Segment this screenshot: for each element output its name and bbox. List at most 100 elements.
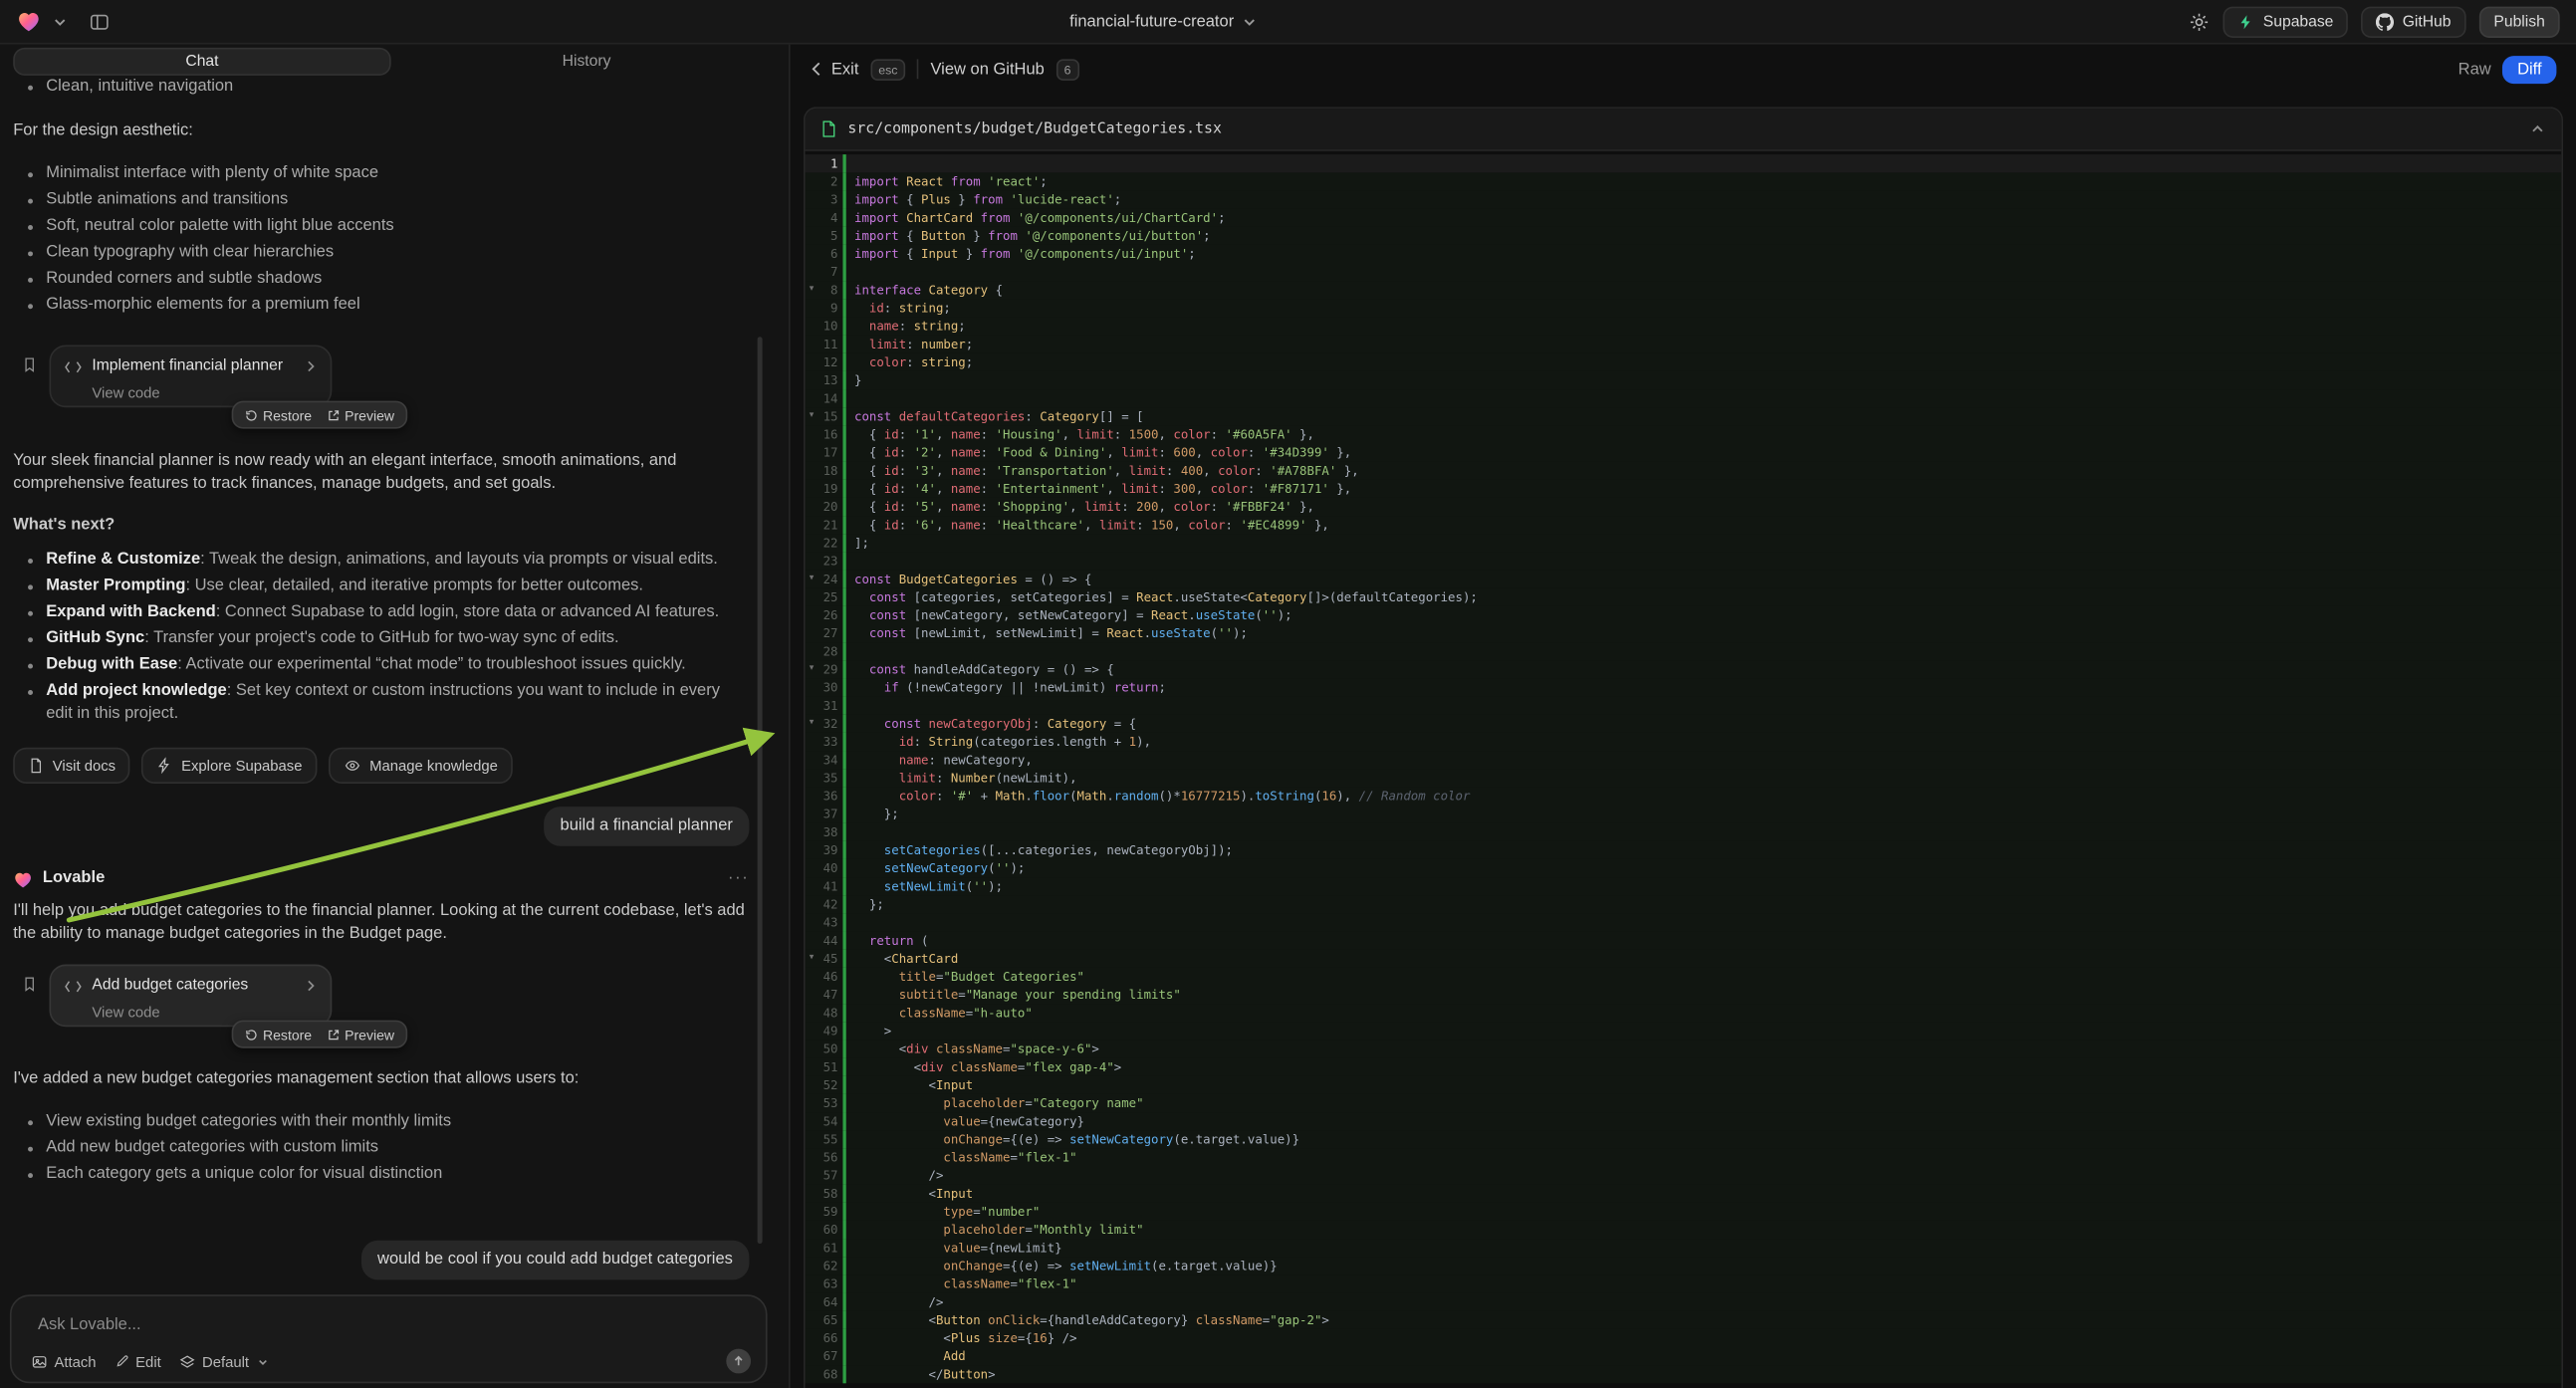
code-text: value={newLimit}: [846, 1239, 1062, 1257]
tab-history[interactable]: History: [397, 48, 776, 76]
view-on-github-button[interactable]: View on GitHub: [930, 60, 1044, 78]
attach-button[interactable]: Attach: [31, 1353, 96, 1370]
fold-spacer: [806, 498, 819, 516]
line-number: 68: [819, 1365, 843, 1383]
publish-button[interactable]: Publish: [2479, 6, 2560, 37]
project-switcher[interactable]: financial-future-creator: [1069, 0, 1257, 43]
project-name: financial-future-creator: [1069, 12, 1234, 30]
fold-toggle-icon[interactable]: ▾: [806, 281, 819, 299]
design-aesthetic-intro: For the design aesthetic:: [13, 119, 749, 142]
restore-button[interactable]: Restore: [238, 1026, 318, 1042]
fold-toggle-icon[interactable]: ▾: [806, 571, 819, 588]
lovable-app-window: financial-future-creator Supabase GitHub…: [0, 0, 2576, 1388]
line-number: 3: [819, 190, 843, 208]
header-divider: [917, 59, 919, 79]
code-text: <div className="flex gap-4">: [846, 1058, 1121, 1076]
fold-spacer: [806, 859, 819, 877]
list-item: View existing budget categories with the…: [13, 1110, 749, 1133]
chat-input[interactable]: Ask Lovable...: [38, 1316, 749, 1334]
file-header[interactable]: src/components/budget/BudgetCategories.t…: [806, 109, 2562, 151]
code-line-44: 44 return (: [806, 932, 2562, 950]
github-button[interactable]: GitHub: [2361, 6, 2465, 37]
code-line-10: 10 name: string;: [806, 317, 2562, 335]
edit-button[interactable]: Edit: [115, 1353, 161, 1370]
fold-spacer: [806, 353, 819, 371]
lovable-logo-heart-icon[interactable]: [17, 10, 42, 33]
implement-financial-planner-card[interactable]: Implement financial planner View code Re…: [50, 346, 333, 408]
mode-selector[interactable]: Default: [179, 1353, 269, 1370]
line-number: 43: [819, 913, 843, 931]
chat-composer[interactable]: Ask Lovable... Attach Edit Default: [10, 1294, 768, 1383]
fold-spacer: [806, 552, 819, 570]
fold-spacer: [806, 895, 819, 913]
toggle-sidebar-icon[interactable]: [89, 11, 110, 32]
fold-spacer: [806, 913, 819, 931]
code-text: return (: [846, 932, 929, 950]
chat-history-tabs: Chat History: [13, 48, 776, 76]
arrow-up-icon: [731, 1354, 746, 1369]
fold-spacer: [806, 1239, 819, 1257]
code-text: import { Button } from '@/components/ui/…: [846, 227, 1211, 245]
fold-spacer: [806, 1365, 819, 1383]
planner-ready-paragraph: Your sleek financial planner is now read…: [13, 450, 749, 496]
preview-label: Preview: [345, 406, 394, 423]
next-step-text: : Tweak the design, animations, and layo…: [200, 551, 718, 569]
line-number: 63: [819, 1274, 843, 1292]
code-line-12: 12 color: string;: [806, 353, 2562, 371]
code-text: <Input: [846, 1185, 973, 1203]
chat-scrollbar-thumb[interactable]: [758, 337, 763, 1244]
fold-toggle-icon[interactable]: ▾: [806, 660, 819, 678]
message-options-icon[interactable]: ···: [728, 867, 749, 890]
workspace-menu-chevron-icon[interactable]: [53, 14, 68, 29]
fold-toggle-icon[interactable]: ▾: [806, 407, 819, 425]
assistant-name: Lovable: [43, 867, 105, 890]
fold-toggle-icon[interactable]: ▾: [806, 715, 819, 733]
restore-button[interactable]: Restore: [238, 406, 318, 423]
action-button-explore-supabase[interactable]: Explore Supabase: [141, 748, 317, 784]
code-text: >: [846, 1022, 892, 1040]
raw-toggle-button[interactable]: Raw: [2459, 60, 2491, 78]
code-line-50: 50 <div className="space-y-6">: [806, 1040, 2562, 1057]
line-number: 36: [819, 787, 843, 805]
action-button-visit-docs[interactable]: Visit docs: [13, 748, 130, 784]
code-line-2: 2import React from 'react';: [806, 172, 2562, 190]
action-button-manage-knowledge[interactable]: Manage knowledge: [329, 748, 513, 784]
bookmark-icon[interactable]: [21, 354, 38, 382]
fold-spacer: [806, 1040, 819, 1057]
code-line-63: 63 className="flex-1": [806, 1274, 2562, 1292]
line-number: 25: [819, 588, 843, 606]
code-line-41: 41 setNewLimit('');: [806, 877, 2562, 895]
code-text: [846, 389, 854, 407]
collapse-file-icon[interactable]: [2530, 121, 2545, 136]
next-step-bold: Add project knowledge: [46, 682, 227, 700]
code-text: onChange={(e) => setNewLimit(e.target.va…: [846, 1257, 1278, 1274]
supabase-button-label: Supabase: [2263, 12, 2334, 30]
tab-chat[interactable]: Chat: [13, 48, 390, 76]
fold-spacer: [806, 751, 819, 769]
line-number: 67: [819, 1347, 843, 1365]
line-number: 6: [819, 245, 843, 263]
add-budget-categories-card[interactable]: Add budget categories View code Restore: [50, 965, 333, 1028]
code-line-54: 54 value={newCategory}: [806, 1112, 2562, 1130]
fold-spacer: [806, 263, 819, 281]
added-features-list: View existing budget categories with the…: [13, 1110, 749, 1186]
preview-button[interactable]: Preview: [320, 1026, 400, 1042]
fold-spacer: [806, 336, 819, 353]
code-text: import { Input } from '@/components/ui/i…: [846, 245, 1196, 263]
settings-gear-icon[interactable]: [2190, 11, 2211, 32]
code-line-60: 60 placeholder="Monthly limit": [806, 1221, 2562, 1239]
send-button[interactable]: [726, 1349, 751, 1374]
preview-button[interactable]: Preview: [320, 406, 400, 423]
whats-next-heading-text: What's next?: [13, 516, 115, 534]
docs-icon: [28, 758, 45, 775]
exit-button[interactable]: Exit: [810, 60, 858, 78]
card-title-row: Implement financial planner: [64, 354, 317, 377]
bookmark-icon[interactable]: [21, 974, 38, 1002]
diff-toggle-button[interactable]: Diff: [2502, 55, 2556, 83]
fold-toggle-icon[interactable]: ▾: [806, 950, 819, 968]
code-text: id: string;: [846, 299, 951, 317]
code-line-39: 39 setCategories([...categories, newCate…: [806, 841, 2562, 859]
supabase-button[interactable]: Supabase: [2224, 6, 2348, 37]
code-text: [846, 913, 854, 931]
line-number: 13: [819, 371, 843, 389]
